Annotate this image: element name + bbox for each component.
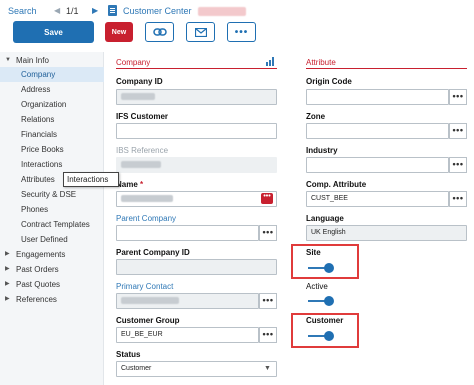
section-divider	[306, 68, 467, 69]
sidebar-group-references[interactable]: ▶ References	[0, 292, 104, 307]
zone-field[interactable]	[306, 123, 449, 139]
mail-icon	[194, 27, 207, 37]
redacted-value	[121, 92, 155, 100]
collapsed-arrow-icon: ▶	[5, 281, 10, 287]
parent-company-id-field	[116, 259, 277, 275]
sidebar-item-interactions[interactable]: Interactions	[0, 157, 104, 172]
collapsed-arrow-icon: ▶	[5, 251, 10, 257]
new-button[interactable]: New	[105, 22, 133, 42]
ifs-reference-label: IBS Reference	[116, 146, 169, 155]
sidebar-item-relations[interactable]: Relations	[0, 112, 104, 127]
company-id-label: Company ID	[116, 77, 163, 86]
sidebar-item-user-defined[interactable]: User Defined	[0, 232, 104, 247]
sidebar: ▼ Main Info Company Address Organization…	[0, 52, 104, 385]
zone-label: Zone	[306, 112, 326, 121]
sidebar-group-past-quotes[interactable]: ▶ Past Quotes	[0, 277, 104, 292]
origin-code-label: Origin Code	[306, 77, 352, 86]
link-button[interactable]	[145, 22, 174, 42]
parent-company-field[interactable]	[116, 225, 259, 241]
expanded-arrow-icon: ▼	[5, 57, 11, 63]
company-id-field	[116, 89, 277, 105]
primary-contact-lookup-button[interactable]: •••	[259, 293, 277, 309]
next-record-icon[interactable]: ▶	[92, 6, 98, 15]
customer-group-label: Customer Group	[116, 316, 180, 325]
search-link[interactable]: Search	[8, 6, 37, 16]
more-actions-button[interactable]: •••	[227, 22, 256, 42]
sidebar-item-security-dse[interactable]: Security & DSE	[0, 187, 104, 202]
sidebar-item-label: Engagements	[16, 250, 66, 259]
document-icon	[108, 5, 117, 16]
active-label: Active	[306, 282, 328, 291]
section-heading-attribute: Attribute	[306, 58, 336, 67]
active-toggle[interactable]	[308, 296, 334, 306]
ifs-customer-label: IFS Customer	[116, 112, 169, 121]
ifs-reference-field	[116, 157, 277, 173]
collapsed-arrow-icon: ▶	[5, 296, 10, 302]
section-heading-company: Company	[116, 58, 151, 67]
comp-attribute-lookup-button[interactable]: •••	[449, 191, 467, 207]
record-counter: 1/1	[66, 6, 79, 16]
required-mark: *	[140, 180, 144, 189]
status-label: Status	[116, 350, 141, 359]
section-divider	[116, 68, 277, 69]
industry-label: Industry	[306, 146, 338, 155]
parent-company-label[interactable]: Parent Company	[116, 214, 176, 223]
sidebar-group-engagements[interactable]: ▶ Engagements	[0, 247, 104, 262]
sidebar-item-price-books[interactable]: Price Books	[0, 142, 104, 157]
link-icon	[152, 28, 167, 36]
sidebar-item-label: Past Quotes	[16, 280, 61, 289]
origin-code-lookup-button[interactable]: •••	[449, 89, 467, 105]
top-bar: Search ◀ 1/1 ▶ Customer Center Save New …	[0, 0, 474, 52]
sidebar-item-address[interactable]: Address	[0, 82, 104, 97]
comp-attribute-field[interactable]: CUST_BEE	[306, 191, 449, 207]
bar-chart-icon[interactable]	[266, 57, 276, 66]
tooltip-interactions: Interactions	[63, 172, 119, 187]
parent-company-lookup-button[interactable]: •••	[259, 225, 277, 241]
industry-lookup-button[interactable]: •••	[449, 157, 467, 173]
sidebar-item-organization[interactable]: Organization	[0, 97, 104, 112]
previous-record-icon[interactable]: ◀	[54, 6, 60, 15]
customer-group-field[interactable]: EU_BE_EUR	[116, 327, 259, 343]
zone-lookup-button[interactable]: •••	[449, 123, 467, 139]
name-field[interactable]	[116, 191, 277, 207]
highlight-box-customer	[291, 313, 359, 348]
customer-group-lookup-button[interactable]: •••	[259, 327, 277, 343]
primary-contact-label[interactable]: Primary Contact	[116, 282, 173, 291]
sidebar-item-contract-templates[interactable]: Contract Templates	[0, 217, 104, 232]
language-label: Language	[306, 214, 344, 223]
save-button[interactable]: Save	[13, 21, 94, 43]
name-label: Name *	[116, 180, 144, 189]
primary-contact-field	[116, 293, 259, 309]
sidebar-item-financials[interactable]: Financials	[0, 127, 104, 142]
status-value: Customer	[121, 365, 152, 372]
comp-attribute-label: Comp. Attribute	[306, 180, 367, 189]
highlight-box-site	[291, 244, 359, 279]
redacted-value	[121, 296, 179, 304]
chevron-down-icon[interactable]: ▼	[264, 365, 271, 372]
status-select[interactable]: Customer	[116, 361, 277, 377]
sidebar-item-label: Past Orders	[16, 265, 59, 274]
sidebar-item-phones[interactable]: Phones	[0, 202, 104, 217]
sidebar-item-company[interactable]: Company	[0, 67, 104, 82]
sidebar-group-main-info[interactable]: ▼ Main Info	[0, 53, 104, 68]
origin-code-field[interactable]	[306, 89, 449, 105]
email-button[interactable]	[186, 22, 215, 42]
collapsed-arrow-icon: ▶	[5, 266, 10, 272]
redacted-title-suffix	[198, 7, 246, 16]
page-title: Customer Center	[123, 6, 192, 16]
redacted-value	[121, 160, 161, 168]
redacted-value	[121, 194, 173, 202]
sidebar-item-label: Main Info	[16, 56, 49, 65]
ifs-customer-field[interactable]	[116, 123, 277, 139]
name-lookup-button[interactable]: •••	[261, 193, 273, 204]
industry-field[interactable]	[306, 157, 449, 173]
sidebar-group-past-orders[interactable]: ▶ Past Orders	[0, 262, 104, 277]
parent-company-id-label: Parent Company ID	[116, 248, 190, 257]
toggle-knob	[324, 296, 334, 306]
language-field: UK English	[306, 225, 467, 241]
sidebar-item-label: References	[16, 295, 57, 304]
